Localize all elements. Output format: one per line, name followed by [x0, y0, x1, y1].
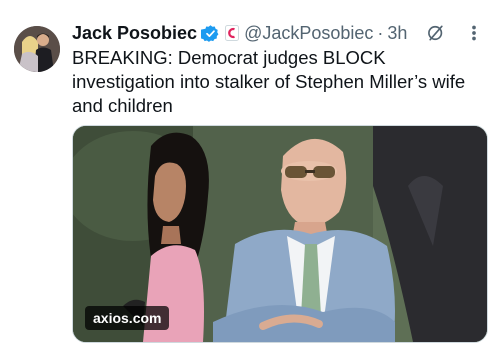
author-name[interactable]: Jack Posobiec	[72, 23, 197, 44]
affiliation-badge-icon[interactable]	[225, 25, 240, 41]
avatar[interactable]	[14, 26, 60, 72]
more-options-icon[interactable]	[464, 22, 484, 44]
tweet[interactable]: Jack Posobiec @JackPosobiec · 3h BREAKIN…	[0, 0, 500, 356]
tweet-text: BREAKING: Democrat judges BLOCK investig…	[72, 47, 466, 116]
author-handle[interactable]: @JackPosobiec	[244, 23, 373, 44]
tweet-media[interactable]: axios.com	[72, 125, 488, 343]
timestamp[interactable]: 3h	[387, 23, 407, 44]
avatar-image	[14, 26, 60, 72]
tweet-header: Jack Posobiec @JackPosobiec · 3h	[72, 22, 486, 44]
verified-badge-icon	[201, 24, 219, 42]
grok-icon[interactable]	[426, 22, 446, 44]
media-source-label[interactable]: axios.com	[85, 306, 170, 330]
separator-dot: ·	[377, 22, 384, 43]
